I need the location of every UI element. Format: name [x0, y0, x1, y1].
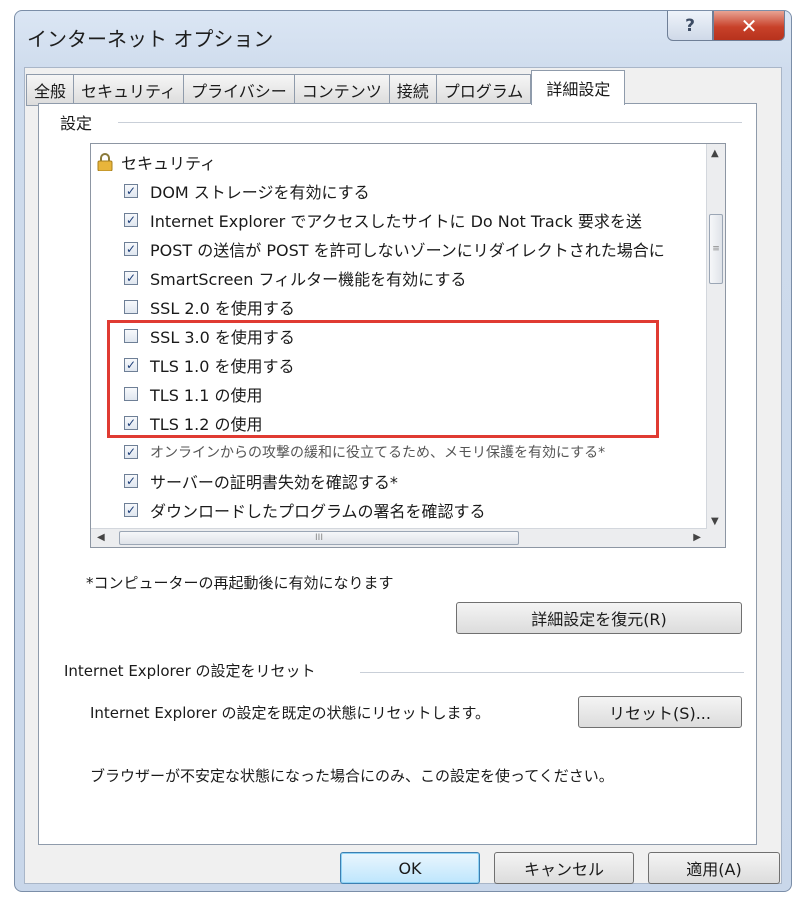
checkmark-icon: ✓	[125, 213, 137, 227]
setting-row[interactable]: SSL 3.0 を使用する	[124, 322, 295, 350]
grip-icon: ≡	[712, 244, 720, 254]
group-label: セキュリティ	[121, 154, 217, 173]
restart-note: *コンピューターの再起動後に有効になります	[86, 574, 394, 592]
setting-label: SSL 3.0 を使用する	[150, 328, 295, 347]
setting-label: サーバーの証明書失効を確認する*	[150, 473, 398, 492]
checkbox[interactable]: ✓	[124, 358, 138, 372]
checkmark-icon: ✓	[125, 271, 137, 285]
setting-label: TLS 1.0 を使用する	[150, 357, 295, 376]
setting-label: SSL 2.0 を使用する	[150, 299, 295, 318]
tab-content[interactable]: コンテンツ	[293, 74, 389, 106]
setting-label: Internet Explorer でアクセスしたサイトに Do Not Tra…	[150, 212, 642, 231]
setting-row[interactable]: ✓ POST の送信が POST を許可しないゾーンにリダイレクトされた場合に	[124, 235, 665, 263]
setting-label: SmartScreen フィルター機能を有効にする	[150, 270, 467, 289]
setting-label: ダウンロードしたプログラムの署名を確認する	[150, 502, 486, 521]
checkbox[interactable]	[124, 387, 138, 401]
checkmark-icon: ✓	[125, 474, 137, 488]
setting-label: TLS 1.1 の使用	[150, 386, 263, 405]
reset-legend: Internet Explorer の設定をリセット	[64, 660, 320, 681]
apply-button[interactable]: 適用(A)	[648, 852, 780, 884]
tab-security[interactable]: セキュリティ	[73, 74, 184, 106]
reset-description: Internet Explorer の設定を既定の状態にリセットします。	[90, 704, 491, 722]
tab-advanced[interactable]: 詳細設定	[531, 70, 626, 105]
checkmark-icon: ✓	[125, 358, 137, 372]
grip-icon: III	[315, 533, 323, 543]
tab-strip: 全般 セキュリティ プライバシー コンテンツ 接続 プログラム 詳細設定	[26, 70, 626, 106]
checkmark-icon: ✓	[125, 184, 137, 198]
reset-button[interactable]: リセット(S)...	[578, 696, 742, 728]
checkbox[interactable]: ✓	[124, 242, 138, 256]
scroll-up-icon[interactable]: ▲	[711, 148, 719, 159]
settings-list[interactable]: セキュリティ ✓ DOM ストレージを有効にする ✓ Internet Expl…	[90, 143, 726, 548]
settings-group-line	[118, 122, 742, 123]
close-button[interactable]: ✕	[713, 11, 785, 41]
checkmark-icon: ✓	[125, 503, 137, 517]
restore-advanced-button[interactable]: 詳細設定を復元(R)	[456, 602, 742, 634]
tab-general[interactable]: 全般	[26, 74, 74, 106]
help-icon: ?	[685, 15, 695, 36]
checkbox[interactable]	[124, 329, 138, 343]
setting-label: TLS 1.2 の使用	[150, 415, 263, 434]
tab-privacy[interactable]: プライバシー	[183, 74, 294, 106]
reset-group-line	[360, 672, 744, 673]
setting-label: DOM ストレージを有効にする	[150, 183, 370, 202]
cancel-button[interactable]: キャンセル	[494, 852, 634, 884]
scroll-left-icon[interactable]: ◀	[97, 532, 105, 543]
scroll-down-icon[interactable]: ▼	[711, 516, 719, 527]
checkbox[interactable]: ✓	[124, 271, 138, 285]
checkbox[interactable]: ✓	[124, 445, 138, 459]
setting-row[interactable]: ✓ TLS 1.2 の使用	[124, 409, 262, 437]
setting-row[interactable]: ✓ DOM ストレージを有効にする	[124, 177, 370, 205]
checkbox[interactable]: ✓	[124, 184, 138, 198]
checkbox[interactable]	[124, 300, 138, 314]
setting-label: POST の送信が POST を許可しないゾーンにリダイレクトされた場合に	[150, 241, 665, 260]
checkbox[interactable]: ✓	[124, 503, 138, 517]
setting-row[interactable]: TLS 1.1 の使用	[124, 380, 262, 408]
reset-warning: ブラウザーが不安定な状態になった場合にのみ、この設定を使ってください。	[90, 767, 614, 785]
lock-icon	[97, 153, 113, 171]
scrollbar-corner	[707, 529, 725, 547]
checkmark-icon: ✓	[125, 416, 137, 430]
window-title: インターネット オプション	[27, 27, 274, 51]
checkmark-icon: ✓	[125, 445, 137, 459]
vertical-scrollbar[interactable]: ▲ ≡ ▼	[706, 144, 725, 531]
checkmark-icon: ✓	[125, 242, 137, 256]
settings-legend: 設定	[60, 110, 101, 134]
setting-row[interactable]: ✓ オンラインからの攻撃の緩和に役立てるため、メモリ保護を有効にする*	[124, 438, 605, 466]
scroll-right-icon[interactable]: ▶	[693, 532, 701, 543]
checkbox[interactable]: ✓	[124, 213, 138, 227]
setting-row[interactable]: ✓ Internet Explorer でアクセスしたサイトに Do Not T…	[124, 206, 642, 234]
setting-row[interactable]: ✓ TLS 1.0 を使用する	[124, 351, 294, 379]
tab-connections[interactable]: 接続	[388, 74, 436, 106]
vertical-scroll-thumb[interactable]: ≡	[709, 214, 723, 284]
setting-row[interactable]: ✓ SmartScreen フィルター機能を有効にする	[124, 264, 466, 292]
horizontal-scrollbar[interactable]: ◀ III ▶	[91, 528, 707, 547]
checkbox[interactable]: ✓	[124, 474, 138, 488]
tab-programs[interactable]: プログラム	[435, 74, 532, 106]
setting-row[interactable]: ✓ サーバーの証明書失効を確認する*	[124, 467, 398, 495]
ok-button[interactable]: OK	[340, 852, 480, 884]
close-icon: ✕	[740, 13, 758, 38]
group-header-security: セキュリティ	[97, 148, 216, 176]
horizontal-scroll-thumb[interactable]: III	[119, 531, 519, 545]
setting-row[interactable]: ✓ ダウンロードしたプログラムの署名を確認する	[124, 496, 486, 524]
checkbox[interactable]: ✓	[124, 416, 138, 430]
setting-row[interactable]: SSL 2.0 を使用する	[124, 293, 295, 321]
setting-label: オンラインからの攻撃の緩和に役立てるため、メモリ保護を有効にする*	[150, 445, 606, 461]
help-button[interactable]: ?	[667, 11, 713, 41]
